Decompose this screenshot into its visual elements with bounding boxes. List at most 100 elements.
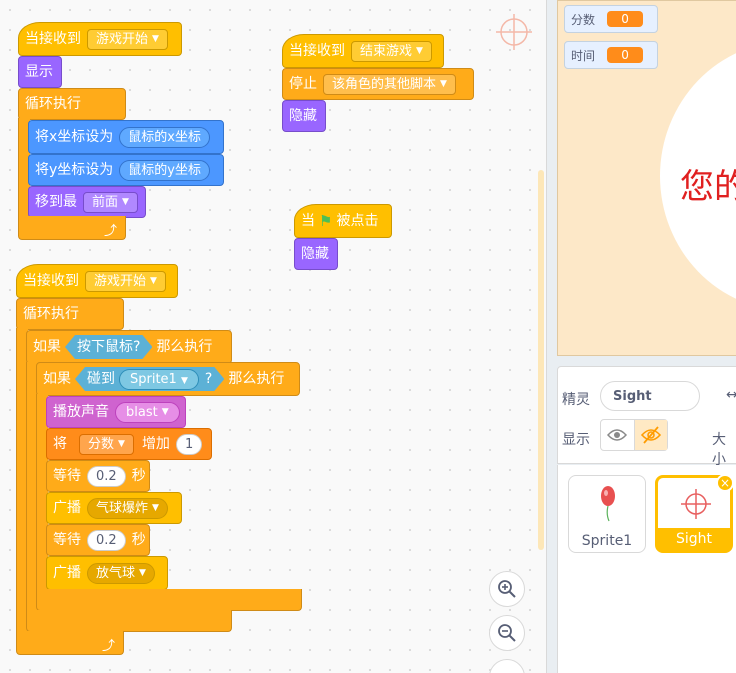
mouse-y-reporter[interactable]: 鼠标的y坐标 [119, 159, 210, 181]
delete-sprite-icon[interactable]: × [716, 474, 734, 492]
sprite-list: Sprite1 × Sight [557, 465, 736, 673]
time-label: 时间 [571, 48, 596, 63]
message-dropdown[interactable]: 游戏开始 ▼ [85, 270, 166, 292]
broadcast-label: 广播 [53, 565, 81, 581]
variable-dropdown[interactable]: 分数 ▼ [79, 433, 134, 455]
score-monitor[interactable]: 分数 0 [564, 5, 658, 33]
zoom-in-icon [498, 580, 516, 598]
forever-bottom-arm: ⤴ [16, 631, 124, 655]
sprite-tile-sight[interactable]: × Sight [655, 474, 734, 553]
broadcast-message-dropdown[interactable]: 气球爆炸 ▼ [87, 497, 168, 519]
play-sound-block[interactable]: 播放声音 blast ▼ [46, 396, 186, 428]
sound-dropdown[interactable]: blast ▼ [115, 401, 180, 423]
dropdown-caret-icon: ▼ [152, 33, 159, 44]
message-dropdown[interactable]: 结束游戏 ▼ [351, 40, 432, 62]
if-touching-bottom-arm [36, 589, 302, 611]
change-variable-block[interactable]: 将 分数 ▼ 增加 1 [46, 428, 212, 460]
change-by-label: 增加 [141, 436, 170, 452]
when-flag-clicked-hat[interactable]: 当 ⚑ 被点击 [294, 204, 392, 238]
show-sprite-button[interactable] [601, 420, 634, 450]
zoom-in-button[interactable] [489, 571, 525, 607]
when-receive-hat-game-start[interactable]: 当接收到 游戏开始 ▼ [18, 22, 182, 56]
show-label: 显示 [562, 432, 590, 448]
hat-label: 当接收到 [289, 43, 345, 59]
dropdown-caret-icon: ▼ [440, 78, 447, 89]
dropdown-caret-icon: ▼ [161, 406, 169, 417]
stop-option-dropdown[interactable]: 该角色的其他脚本 ▼ [323, 73, 456, 95]
wait-block[interactable]: 等待 0.2 秒 [46, 524, 150, 556]
hide-block[interactable]: 隐藏 [294, 238, 338, 270]
sprite-tile-sprite1[interactable]: Sprite1 [568, 475, 646, 553]
stage-text: 您的 [680, 167, 736, 207]
crosshair-icon [681, 489, 711, 519]
change-value-input[interactable]: 1 [175, 433, 203, 455]
hat-label: 当接收到 [23, 273, 79, 289]
time-monitor[interactable]: 时间 0 [564, 41, 658, 69]
sprite-name-label: Sprite1 [581, 533, 633, 549]
if-mouse-down-block[interactable]: 如果 按下鼠标? 那么执行 [26, 330, 232, 364]
zoom-out-button[interactable] [489, 615, 525, 651]
sprite-name-input[interactable]: Sight [600, 381, 700, 411]
wait-value-input[interactable]: 0.2 [87, 529, 126, 551]
question-mark: ? [204, 371, 213, 387]
when-receive-hat-game-end[interactable]: 当接收到 结束游戏 ▼ [282, 34, 444, 68]
layer-dropdown[interactable]: 前面 ▼ [83, 191, 138, 213]
visibility-toggle[interactable] [600, 419, 668, 451]
set-y-block[interactable]: 将y坐标设为 鼠标的y坐标 [28, 154, 224, 186]
message-dropdown[interactable]: 游戏开始 ▼ [87, 28, 168, 50]
zoom-reset-button[interactable]: = [489, 659, 525, 673]
hide-sprite-button[interactable] [633, 420, 667, 450]
stop-block[interactable]: 停止 该角色的其他脚本 ▼ [282, 68, 474, 100]
wait-block[interactable]: 等待 0.2 秒 [46, 460, 150, 492]
play-sound-label: 播放声音 [53, 404, 109, 420]
touching-label: 碰到 [87, 371, 115, 387]
forever-block[interactable]: 循环执行 [18, 88, 126, 120]
dropdown-caret-icon: ▼ [139, 567, 146, 578]
hide-label: 隐藏 [289, 108, 317, 124]
eye-slash-icon [640, 426, 661, 444]
hat-prefix: 当 [301, 213, 315, 229]
wait-label: 等待 [53, 532, 81, 548]
touching-condition[interactable]: 碰到 Sprite1 ▼ ? [75, 367, 224, 391]
if-touching-block[interactable]: 如果 碰到 Sprite1 ▼ ? 那么执行 [36, 362, 300, 396]
loop-arrow-icon: ⤴ [103, 224, 117, 239]
stage[interactable]: 您的 分数 0 时间 0 [557, 0, 736, 356]
then-label: 那么执行 [156, 339, 213, 355]
broadcast-label: 广播 [53, 500, 81, 516]
hide-block[interactable]: 隐藏 [282, 100, 326, 132]
go-to-layer-block[interactable]: 移到最 前面 ▼ [28, 186, 146, 218]
if-label: 如果 [33, 339, 61, 355]
stop-label: 停止 [289, 76, 317, 92]
set-x-block[interactable]: 将x坐标设为 鼠标的x坐标 [28, 120, 224, 154]
left-right-arrow-icon[interactable]: ↔ [726, 387, 736, 403]
change-label: 将 [53, 436, 67, 452]
hat-label: 当接收到 [25, 31, 81, 47]
zoom-out-icon [498, 624, 516, 642]
dropdown-caret-icon: ▼ [150, 275, 157, 286]
seconds-label: 秒 [131, 532, 146, 548]
broadcast-message-dropdown[interactable]: 放气球 ▼ [87, 562, 155, 584]
wait-value-input[interactable]: 0.2 [87, 465, 126, 487]
when-receive-hat-game-start-2[interactable]: 当接收到 游戏开始 ▼ [16, 264, 178, 298]
forever-bottom-arm: ⤴ [18, 216, 126, 240]
seconds-label: 秒 [131, 468, 146, 484]
if-label: 如果 [43, 371, 71, 387]
sprite-label: 精灵 [562, 392, 590, 408]
touching-target-dropdown[interactable]: Sprite1 ▼ [119, 369, 199, 390]
code-area[interactable]: 当接收到 游戏开始 ▼ 显示 循环执行 将x坐标设为 鼠标的x坐标 将y坐标设为 … [0, 0, 546, 673]
broadcast-block[interactable]: 广播 放气球 ▼ [46, 556, 168, 590]
mouse-x-reporter[interactable]: 鼠标的x坐标 [119, 126, 210, 148]
forever-label: 循环执行 [23, 306, 79, 322]
dropdown-caret-icon: ▼ [118, 438, 125, 449]
loop-arrow-icon: ⤴ [101, 639, 115, 654]
dropdown-caret-icon: ▼ [416, 45, 423, 56]
vertical-scrollbar[interactable] [538, 170, 544, 550]
eye-icon [607, 429, 628, 441]
broadcast-block[interactable]: 广播 气球爆炸 ▼ [46, 492, 182, 524]
show-block[interactable]: 显示 [18, 56, 62, 88]
mouse-down-condition[interactable]: 按下鼠标? [65, 335, 152, 359]
forever-block[interactable]: 循环执行 [16, 298, 124, 330]
forever-label: 循环执行 [25, 96, 81, 112]
set-y-label: 将y坐标设为 [35, 162, 114, 178]
right-panel: 您的 分数 0 时间 0 精灵 Sight ↔ 显示 大小 [546, 0, 736, 673]
